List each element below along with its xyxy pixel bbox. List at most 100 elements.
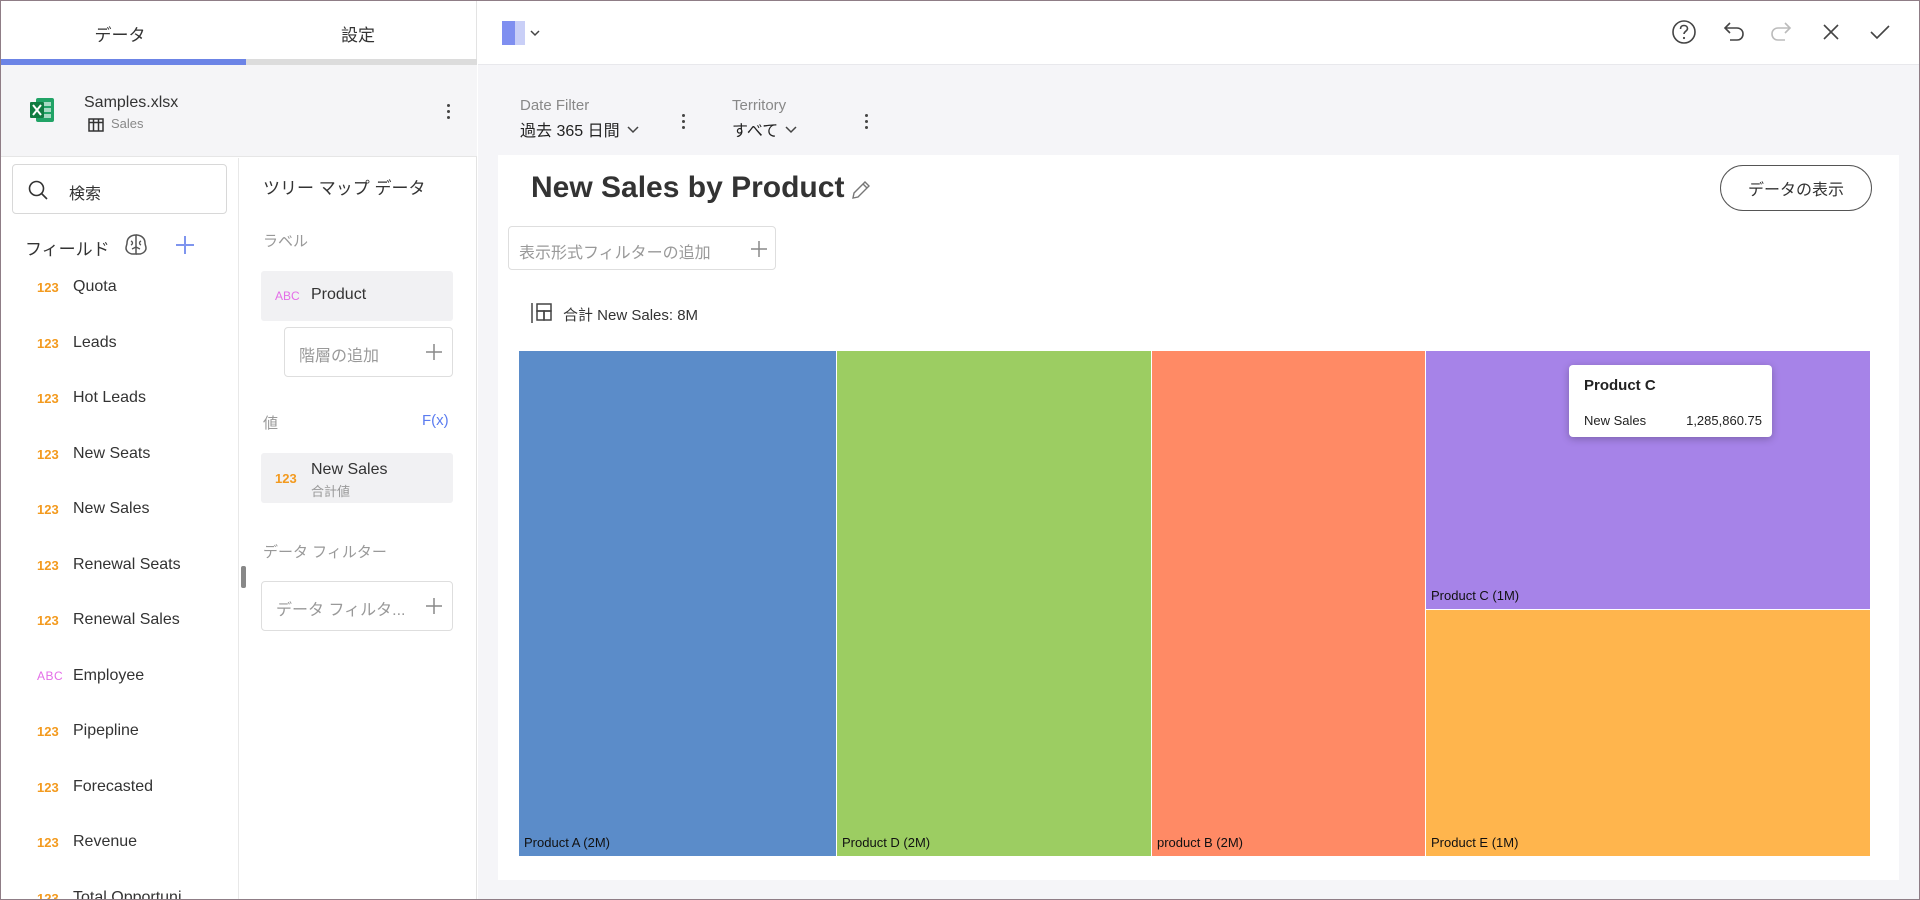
date-filter-menu-icon[interactable]	[673, 106, 693, 136]
chevron-down-icon	[627, 126, 639, 134]
value-field-aggregation: 合計値	[311, 484, 351, 499]
field-item[interactable]: 123 Forecasted	[1, 768, 238, 808]
excel-file-icon	[30, 98, 54, 122]
field-name: Hot Leads	[73, 389, 146, 406]
field-type-badge: 123	[37, 502, 59, 517]
field-item[interactable]: 123 Quota	[1, 268, 238, 308]
territory-filter-menu-icon[interactable]	[856, 106, 876, 136]
field-name: Renewal Seats	[73, 556, 181, 573]
field-type-badge: 123	[37, 558, 59, 573]
field-type-badge: 123	[37, 280, 59, 295]
treemap-tile[interactable]: Product A (2M)	[519, 351, 837, 857]
field-type-badge: 123	[37, 613, 59, 628]
source-more-menu-icon[interactable]	[438, 96, 458, 126]
field-item[interactable]: 123 Pipepline	[1, 712, 238, 752]
data-editor-panel: データ 設定 Samples.xlsx Sales 検索 フィールド 123 Q…	[1, 1, 477, 900]
label-section-title: ラベル	[263, 233, 309, 250]
territory-filter-label: Territory	[732, 97, 787, 114]
add-hierarchy-button[interactable]: 階層の追加	[284, 327, 453, 377]
field-item[interactable]: 123 New Seats	[1, 435, 238, 475]
territory-filter-dropdown[interactable]: すべて	[732, 117, 798, 141]
visualization-card: New Sales by Product データの表示 表示形式フィルターの追加…	[498, 155, 1899, 880]
field-type-badge: 123	[37, 336, 59, 351]
editor-toolbar	[478, 1, 1919, 65]
value-field-name: New Sales	[311, 461, 388, 478]
fx-button[interactable]: F(x)	[422, 412, 449, 429]
sheet-table-icon	[88, 118, 104, 132]
confirm-check-icon[interactable]	[1865, 17, 1895, 47]
treemap-tile[interactable]: Product D (2M)	[837, 351, 1152, 857]
field-type-badge: 123	[37, 891, 59, 900]
field-type-badge: ABC	[275, 289, 300, 303]
treemap-tile[interactable]: product B (2M)	[1152, 351, 1426, 857]
add-visual-filter-button[interactable]: 表示形式フィルターの追加	[508, 226, 776, 270]
field-name: Leads	[73, 334, 117, 351]
treemap-tile-label: Product D (2M)	[842, 835, 931, 850]
visualization-editor: Date Filter 過去 365 日間 Territory すべて New …	[478, 1, 1919, 899]
treemap-tile-label: product B (2M)	[1157, 835, 1243, 850]
show-data-button[interactable]: データの表示	[1720, 165, 1872, 211]
tab-data[interactable]: データ	[1, 1, 239, 65]
field-item[interactable]: 123 Renewal Sales	[1, 601, 238, 641]
field-item[interactable]: 123 Leads	[1, 324, 238, 364]
field-item[interactable]: 123 Hot Leads	[1, 379, 238, 419]
source-file-name: Samples.xlsx	[84, 94, 179, 111]
date-filter-dropdown[interactable]: 過去 365 日間	[520, 117, 640, 141]
field-type-badge: 123	[37, 447, 59, 462]
treemap-tile-label: Product A (2M)	[524, 835, 610, 850]
field-type-badge: 123	[37, 391, 59, 406]
treemap-data-column: ツリー マップ データ ラベル ABC Product 階層の追加 値 F(x)…	[239, 158, 477, 899]
field-name: New Sales	[73, 500, 150, 517]
search-input[interactable]: 検索	[12, 164, 227, 214]
panel-tabs: データ 設定	[1, 1, 477, 65]
chart-tooltip: Product C New Sales 1,285,860.75	[1569, 365, 1772, 437]
pencil-icon[interactable]	[849, 178, 873, 202]
treemap-data-title: ツリー マップ データ	[263, 179, 426, 198]
visualization-type-picker[interactable]	[502, 21, 542, 45]
tooltip-key: New Sales	[1584, 413, 1647, 428]
redo-icon[interactable]	[1767, 17, 1797, 47]
close-icon[interactable]	[1816, 17, 1846, 47]
dashboard-filters: Date Filter 過去 365 日間 Territory すべて	[478, 65, 1919, 155]
plus-icon	[751, 241, 767, 257]
search-icon	[28, 180, 48, 200]
undo-icon[interactable]	[1718, 17, 1748, 47]
app-window: データ 設定 Samples.xlsx Sales 検索 フィールド 123 Q…	[0, 0, 1920, 900]
date-filter-value: 過去 365 日間	[520, 123, 620, 140]
field-type-badge: 123	[37, 780, 59, 795]
date-filter-label: Date Filter	[520, 97, 590, 114]
add-data-filter-label: データ フィルタ...	[276, 602, 406, 619]
plus-icon	[426, 598, 442, 614]
field-name: Pipepline	[73, 722, 139, 739]
field-name: Quota	[73, 278, 117, 295]
field-name: New Seats	[73, 445, 151, 462]
tooltip-value: 1,285,860.75	[1686, 413, 1762, 428]
add-visual-filter-label: 表示形式フィルターの追加	[519, 245, 711, 262]
field-item[interactable]: 123 Renewal Seats	[1, 546, 238, 586]
territory-filter-value: すべて	[732, 123, 779, 140]
field-item[interactable]: 123 Total Opportuni	[1, 879, 238, 900]
field-item[interactable]: 123 New Sales	[1, 490, 238, 530]
field-name: Employee	[73, 667, 145, 684]
tab-settings[interactable]: 設定	[239, 1, 477, 65]
field-type-badge: 123	[275, 471, 297, 486]
treemap-type-icon	[502, 21, 515, 45]
field-item[interactable]: ABC Employee	[1, 657, 238, 697]
treemap-tile[interactable]: Product E (1M)	[1426, 610, 1871, 857]
add-field-icon[interactable]	[172, 232, 198, 258]
chevron-down-icon	[785, 126, 797, 134]
add-hierarchy-label: 階層の追加	[299, 348, 380, 365]
field-type-badge: 123	[37, 724, 59, 739]
chevron-down-icon	[530, 30, 540, 37]
brain-icon[interactable]	[123, 232, 149, 258]
field-name: Forecasted	[73, 778, 154, 795]
add-data-filter-button[interactable]: データ フィルタ...	[261, 581, 453, 631]
visualization-title[interactable]: New Sales by Product	[531, 171, 844, 205]
value-field-pill[interactable]: 123 New Sales 合計値	[261, 453, 453, 503]
field-item[interactable]: 123 Revenue	[1, 823, 238, 863]
search-placeholder: 検索	[69, 186, 102, 203]
treemap-tile-label: Product E (1M)	[1431, 835, 1519, 850]
label-field-pill[interactable]: ABC Product	[261, 271, 453, 321]
treemap-type-icon-part	[515, 21, 525, 45]
help-icon[interactable]	[1669, 17, 1699, 47]
